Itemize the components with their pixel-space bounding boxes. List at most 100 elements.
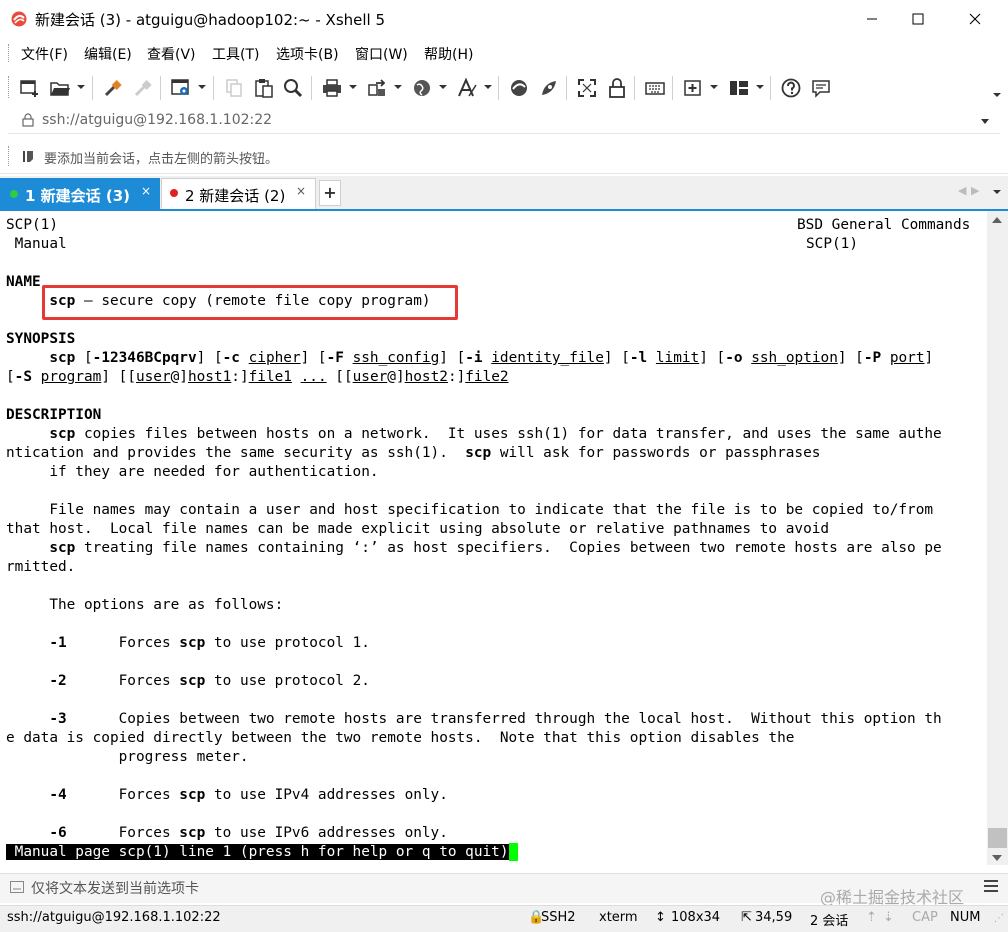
description-heading: DESCRIPTION <box>6 407 102 423</box>
download-icon: ⇣ <box>883 910 894 925</box>
compose-input[interactable]: 仅将文本发送到当前选项卡 <box>31 878 199 898</box>
fullscreen-icon[interactable] <box>575 76 599 100</box>
menu-view[interactable]: 查看(V) <box>147 44 196 64</box>
compose-pen-icon <box>10 881 24 897</box>
open-dropdown-arrow[interactable] <box>77 85 85 89</box>
option-3: -3 Copies between two remote hosts are t… <box>49 711 942 727</box>
chat-icon[interactable] <box>809 76 833 100</box>
print-icon[interactable] <box>320 76 344 100</box>
reconnect-icon[interactable] <box>101 76 125 100</box>
copy-icon[interactable] <box>222 76 246 100</box>
add-tab-button[interactable]: + <box>319 180 341 206</box>
menu-window[interactable]: 窗口(W) <box>355 44 408 64</box>
properties-icon[interactable] <box>169 76 193 100</box>
pager-status-line: Manual page scp(1) line 1 (press h for h… <box>6 843 518 862</box>
man-header-2-right: SCP(1) <box>806 236 858 252</box>
status-connection: ssh://atguigu@192.168.1.102:22 <box>7 910 221 925</box>
address-dropdown-arrow[interactable] <box>981 119 989 124</box>
synopsis-line-2: [-S program] [[user@]host1:]file1 ... [[… <box>6 369 509 385</box>
description-line-2: ntication and provides the same security… <box>6 445 821 461</box>
toolbar-separator <box>770 76 771 100</box>
add-tab-icon[interactable] <box>681 76 705 100</box>
status-protocol: SSH2 <box>541 910 576 925</box>
menu-help[interactable]: 帮助(H) <box>424 44 473 64</box>
disconnect-icon[interactable] <box>131 76 155 100</box>
status-cursor-pos: 34,59 <box>755 910 793 925</box>
open-folder-icon[interactable] <box>48 76 72 100</box>
new-session-icon[interactable] <box>18 76 42 100</box>
help-icon[interactable] <box>779 76 803 100</box>
session-hint-text: 要添加当前会话，点击左侧的箭头按钮。 <box>44 152 279 167</box>
window-title: 新建会话 (3) - atguigu@hadoop102:~ - Xshell … <box>35 11 386 29</box>
toolbar-separator <box>566 76 567 100</box>
resize-grip-icon[interactable]: ⋰ <box>994 913 1004 924</box>
layout-dropdown-arrow[interactable] <box>756 85 764 89</box>
cursor-position-icon: ⇱ <box>741 910 752 925</box>
transfer-icon[interactable] <box>365 76 389 100</box>
option-3-line-3: progress meter. <box>118 749 249 765</box>
menu-grip[interactable] <box>8 44 11 62</box>
option-3-line-2: e data is copied directly between the tw… <box>6 730 795 746</box>
toolbar-grip[interactable] <box>8 76 11 98</box>
name-heading: NAME <box>6 274 41 290</box>
maximize-button[interactable] <box>895 0 941 38</box>
scroll-up-arrow[interactable] <box>992 217 1002 223</box>
tab-close-icon[interactable]: × <box>141 184 151 198</box>
terminal-scrollbar[interactable] <box>987 211 1008 865</box>
properties-dropdown-arrow[interactable] <box>198 85 206 89</box>
option-6: -6 Forces scp to use IPv6 addresses only… <box>49 825 448 841</box>
toolbar-overflow-arrow[interactable] <box>993 93 1001 97</box>
toolbar-separator <box>92 76 93 100</box>
keyboard-icon[interactable] <box>643 76 667 100</box>
status-caps: CAP <box>912 910 938 925</box>
font-icon[interactable] <box>455 76 479 100</box>
scroll-down-arrow[interactable] <box>992 855 1002 861</box>
find-icon[interactable] <box>281 76 305 100</box>
print-dropdown-arrow[interactable] <box>349 85 357 89</box>
add-tab-dropdown-arrow[interactable] <box>710 85 718 89</box>
layout-icon[interactable] <box>727 76 751 100</box>
tab-list-dropdown-arrow[interactable] <box>993 190 1001 194</box>
man-header-2: Manual <box>6 236 67 252</box>
description-line-7: rmitted. <box>6 559 76 575</box>
highlight-annotation <box>42 285 458 320</box>
tab-next-icon[interactable]: ▶ <box>971 184 979 197</box>
font-dropdown-arrow[interactable] <box>484 85 492 89</box>
synopsis-line-1: scp [-12346BCpqrv] [-c cipher] [-F ssh_c… <box>49 350 934 366</box>
hint-grip[interactable] <box>8 146 11 166</box>
menu-tabs[interactable]: 选项卡(B) <box>276 44 339 64</box>
globe-icon[interactable] <box>410 76 434 100</box>
xshell-logo-icon <box>10 10 28 28</box>
scroll-thumb[interactable] <box>988 828 1007 848</box>
tab-session-1-label[interactable]: 1 新建会话 (3) <box>25 185 130 206</box>
tab-prev-icon[interactable]: ◀ <box>958 184 966 197</box>
upload-icon: ⇡ <box>866 910 877 925</box>
toolbar-separator <box>160 76 161 100</box>
synopsis-heading: SYNOPSIS <box>6 331 76 347</box>
lock-icon[interactable] <box>605 76 629 100</box>
description-line-3: if they are needed for authentication. <box>6 464 379 480</box>
address-input[interactable]: ssh://atguigu@192.168.1.102:22 <box>42 112 272 128</box>
man-header-right: BSD General Commands <box>797 217 971 233</box>
toolbar-separator <box>498 76 499 100</box>
xmanager-icon[interactable] <box>537 76 561 100</box>
close-button[interactable] <box>952 0 998 38</box>
menu-tools[interactable]: 工具(T) <box>212 44 259 64</box>
toolbar-separator <box>634 76 635 100</box>
paste-icon[interactable] <box>252 76 276 100</box>
minimize-button[interactable] <box>849 0 895 38</box>
option-4: -4 Forces scp to use IPv4 addresses only… <box>49 787 448 803</box>
status-num: NUM <box>950 910 981 925</box>
description-line-5: that host. Local file names can be made … <box>6 521 830 537</box>
xftp-icon[interactable] <box>507 76 531 100</box>
compose-menu-icon[interactable] <box>983 879 999 893</box>
globe-dropdown-arrow[interactable] <box>439 85 447 89</box>
menu-edit[interactable]: 编辑(E) <box>84 44 132 64</box>
add-session-arrow-icon[interactable] <box>21 148 37 168</box>
menu-file[interactable]: 文件(F) <box>21 44 68 64</box>
tab-session-2-label[interactable]: 2 新建会话 (2) <box>185 185 285 206</box>
transfer-dropdown-arrow[interactable] <box>394 85 402 89</box>
option-1: -1 Forces scp to use protocol 1. <box>49 635 370 651</box>
tab-close-icon[interactable]: × <box>296 184 306 198</box>
disconnected-status-icon <box>170 189 178 197</box>
